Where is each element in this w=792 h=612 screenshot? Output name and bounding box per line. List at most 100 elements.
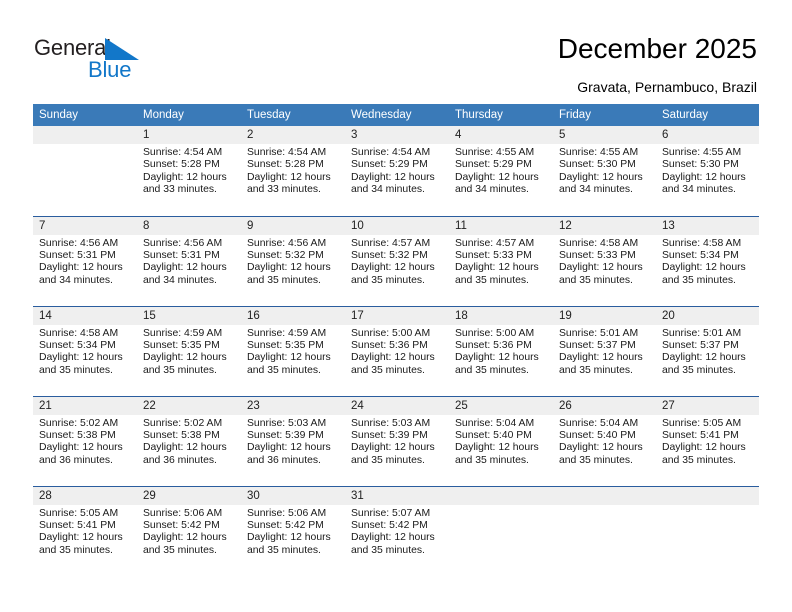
daylight-text-line1: Daylight: 12 hours xyxy=(662,262,746,274)
day-cell[interactable]: 23 Sunrise: 5:03 AM Sunset: 5:39 PM Dayligh… xyxy=(241,395,345,486)
day-cell[interactable]: 29 Sunrise: 5:06 AM Sunset: 5:42 PM Dayligh… xyxy=(137,485,241,576)
day-cell[interactable]: 24 Sunrise: 5:03 AM Sunset: 5:39 PM Dayligh… xyxy=(345,395,449,486)
daylight-text-line1: Daylight: 12 hours xyxy=(143,262,227,274)
day-number: 24 xyxy=(345,396,449,415)
day-cell-empty xyxy=(449,485,553,576)
sunset-text: Sunset: 5:31 PM xyxy=(143,249,220,261)
day-number: 3 xyxy=(345,126,449,144)
day-details: Sunrise: 5:03 AM Sunset: 5:39 PM Daylight:… xyxy=(241,415,345,468)
day-cell[interactable]: 6 Sunrise: 4:55 AM Sunset: 5:30 PM Daylight… xyxy=(656,126,759,216)
day-cell[interactable]: 26 Sunrise: 5:04 AM Sunset: 5:40 PM Dayligh… xyxy=(553,395,656,486)
day-number: 8 xyxy=(137,216,241,235)
daylight-text-line1: Daylight: 12 hours xyxy=(143,532,227,544)
day-number xyxy=(33,126,137,144)
sunrise-text: Sunrise: 5:03 AM xyxy=(351,417,431,429)
sunrise-text: Sunrise: 4:56 AM xyxy=(39,237,119,249)
sunset-text: Sunset: 5:29 PM xyxy=(351,159,428,171)
daylight-text-line2: and 34 minutes. xyxy=(351,184,425,196)
day-cell[interactable]: 30 Sunrise: 5:06 AM Sunset: 5:42 PM Dayligh… xyxy=(241,485,345,576)
daylight-text-line2: and 35 minutes. xyxy=(455,454,529,466)
weekday-header-monday: Monday xyxy=(137,104,241,126)
daylight-text-line1: Daylight: 12 hours xyxy=(455,262,539,274)
sunrise-text: Sunrise: 4:55 AM xyxy=(662,147,742,158)
page-header: General Blue December 2025 Gravata, Pern… xyxy=(0,0,792,100)
page-subtitle-location: Gravata, Pernambuco, Brazil xyxy=(577,79,757,95)
day-cell[interactable]: 11 Sunrise: 4:57 AM Sunset: 5:33 PM Dayligh… xyxy=(449,215,553,306)
day-cell[interactable]: 2 Sunrise: 4:54 AM Sunset: 5:28 PM Daylight… xyxy=(241,126,345,216)
daylight-text-line1: Daylight: 12 hours xyxy=(143,352,227,364)
calendar-table: Sunday Monday Tuesday Wednesday Thursday… xyxy=(33,104,759,576)
day-number: 9 xyxy=(241,216,345,235)
day-number: 23 xyxy=(241,396,345,415)
day-number: 10 xyxy=(345,216,449,235)
daylight-text-line2: and 35 minutes. xyxy=(351,544,425,556)
day-cell[interactable]: 10 Sunrise: 4:57 AM Sunset: 5:32 PM Dayligh… xyxy=(345,215,449,306)
day-cell[interactable]: 15 Sunrise: 4:59 AM Sunset: 5:35 PM Dayligh… xyxy=(137,305,241,396)
sunset-text: Sunset: 5:39 PM xyxy=(247,429,324,441)
day-cell[interactable]: 19 Sunrise: 5:01 AM Sunset: 5:37 PM Dayligh… xyxy=(553,305,656,396)
day-cell[interactable]: 14 Sunrise: 4:58 AM Sunset: 5:34 PM Dayligh… xyxy=(33,305,137,396)
sunrise-text: Sunrise: 5:06 AM xyxy=(143,507,223,519)
daylight-text-line1: Daylight: 12 hours xyxy=(143,442,227,454)
day-cell[interactable]: 20 Sunrise: 5:01 AM Sunset: 5:37 PM Dayligh… xyxy=(656,305,759,396)
day-cell[interactable]: 31 Sunrise: 5:07 AM Sunset: 5:42 PM Dayligh… xyxy=(345,485,449,576)
weekday-header-friday: Friday xyxy=(553,104,656,126)
day-cell[interactable]: 12 Sunrise: 4:58 AM Sunset: 5:33 PM Dayligh… xyxy=(553,215,656,306)
weekday-header-sunday: Sunday xyxy=(33,104,137,126)
daylight-text-line2: and 36 minutes. xyxy=(39,454,113,466)
daylight-text-line1: Daylight: 12 hours xyxy=(662,442,746,454)
sunset-text: Sunset: 5:41 PM xyxy=(662,429,739,441)
weekday-header-thursday: Thursday xyxy=(449,104,553,126)
day-number: 31 xyxy=(345,486,449,505)
daylight-text-line1: Daylight: 12 hours xyxy=(143,171,227,183)
calendar-page: General Blue December 2025 Gravata, Pern… xyxy=(0,0,792,612)
day-number xyxy=(553,486,656,505)
day-cell[interactable]: 7 Sunrise: 4:56 AM Sunset: 5:31 PM Daylight… xyxy=(33,215,137,306)
day-details: Sunrise: 4:57 AM Sunset: 5:33 PM Daylight:… xyxy=(449,235,553,288)
daylight-text-line2: and 35 minutes. xyxy=(455,364,529,376)
day-cell[interactable]: 13 Sunrise: 4:58 AM Sunset: 5:34 PM Dayligh… xyxy=(656,215,759,306)
day-details: Sunrise: 4:54 AM Sunset: 5:29 PM Daylight:… xyxy=(345,144,449,197)
day-cell[interactable]: 4 Sunrise: 4:55 AM Sunset: 5:29 PM Daylight… xyxy=(449,126,553,216)
sunset-text: Sunset: 5:34 PM xyxy=(662,249,739,261)
day-cell[interactable]: 28 Sunrise: 5:05 AM Sunset: 5:41 PM Dayligh… xyxy=(33,485,137,576)
daylight-text-line2: and 35 minutes. xyxy=(351,454,425,466)
page-title: December 2025 xyxy=(557,33,757,64)
daylight-text-line1: Daylight: 12 hours xyxy=(662,352,746,364)
daylight-text-line1: Daylight: 12 hours xyxy=(455,442,539,454)
daylight-text-line2: and 36 minutes. xyxy=(247,454,321,466)
day-cell[interactable]: 17 Sunrise: 5:00 AM Sunset: 5:36 PM Dayligh… xyxy=(345,305,449,396)
day-number: 2 xyxy=(241,126,345,144)
day-number: 12 xyxy=(553,216,656,235)
daylight-text-line2: and 35 minutes. xyxy=(143,364,217,376)
day-cell[interactable]: 22 Sunrise: 5:02 AM Sunset: 5:38 PM Dayligh… xyxy=(137,395,241,486)
day-number: 17 xyxy=(345,306,449,325)
day-cell[interactable]: 21 Sunrise: 5:02 AM Sunset: 5:38 PM Dayligh… xyxy=(33,395,137,486)
sunrise-text: Sunrise: 5:03 AM xyxy=(247,417,327,429)
sunset-text: Sunset: 5:34 PM xyxy=(39,339,116,351)
daylight-text-line2: and 36 minutes. xyxy=(143,454,217,466)
sunrise-text: Sunrise: 5:02 AM xyxy=(39,417,119,429)
day-cell[interactable]: 9 Sunrise: 4:56 AM Sunset: 5:32 PM Daylight… xyxy=(241,215,345,306)
day-cell[interactable]: 1 Sunrise: 4:54 AM Sunset: 5:28 PM Daylight… xyxy=(137,126,241,216)
day-number: 16 xyxy=(241,306,345,325)
sunset-text: Sunset: 5:33 PM xyxy=(455,249,532,261)
day-cell[interactable]: 8 Sunrise: 4:56 AM Sunset: 5:31 PM Daylight… xyxy=(137,215,241,306)
daylight-text-line1: Daylight: 12 hours xyxy=(39,532,123,544)
day-number xyxy=(656,486,759,505)
day-cell[interactable]: 25 Sunrise: 5:04 AM Sunset: 5:40 PM Dayligh… xyxy=(449,395,553,486)
day-details: Sunrise: 5:01 AM Sunset: 5:37 PM Daylight:… xyxy=(656,325,759,378)
day-cell[interactable]: 16 Sunrise: 4:59 AM Sunset: 5:35 PM Dayligh… xyxy=(241,305,345,396)
day-number xyxy=(449,486,553,505)
day-details: Sunrise: 4:54 AM Sunset: 5:28 PM Daylight:… xyxy=(137,144,241,197)
day-details: Sunrise: 5:04 AM Sunset: 5:40 PM Daylight:… xyxy=(449,415,553,468)
day-number: 11 xyxy=(449,216,553,235)
day-cell[interactable]: 5 Sunrise: 4:55 AM Sunset: 5:30 PM Daylight… xyxy=(553,126,656,216)
day-cell[interactable]: 3 Sunrise: 4:54 AM Sunset: 5:29 PM Daylight… xyxy=(345,126,449,216)
day-details: Sunrise: 5:01 AM Sunset: 5:37 PM Daylight:… xyxy=(553,325,656,378)
day-details: Sunrise: 5:05 AM Sunset: 5:41 PM Daylight:… xyxy=(33,505,137,558)
daylight-text-line1: Daylight: 12 hours xyxy=(351,262,435,274)
day-cell[interactable]: 27 Sunrise: 5:05 AM Sunset: 5:41 PM Dayligh… xyxy=(656,395,759,486)
day-details: Sunrise: 4:54 AM Sunset: 5:28 PM Daylight:… xyxy=(241,144,345,197)
day-cell[interactable]: 18 Sunrise: 5:00 AM Sunset: 5:36 PM Dayligh… xyxy=(449,305,553,396)
